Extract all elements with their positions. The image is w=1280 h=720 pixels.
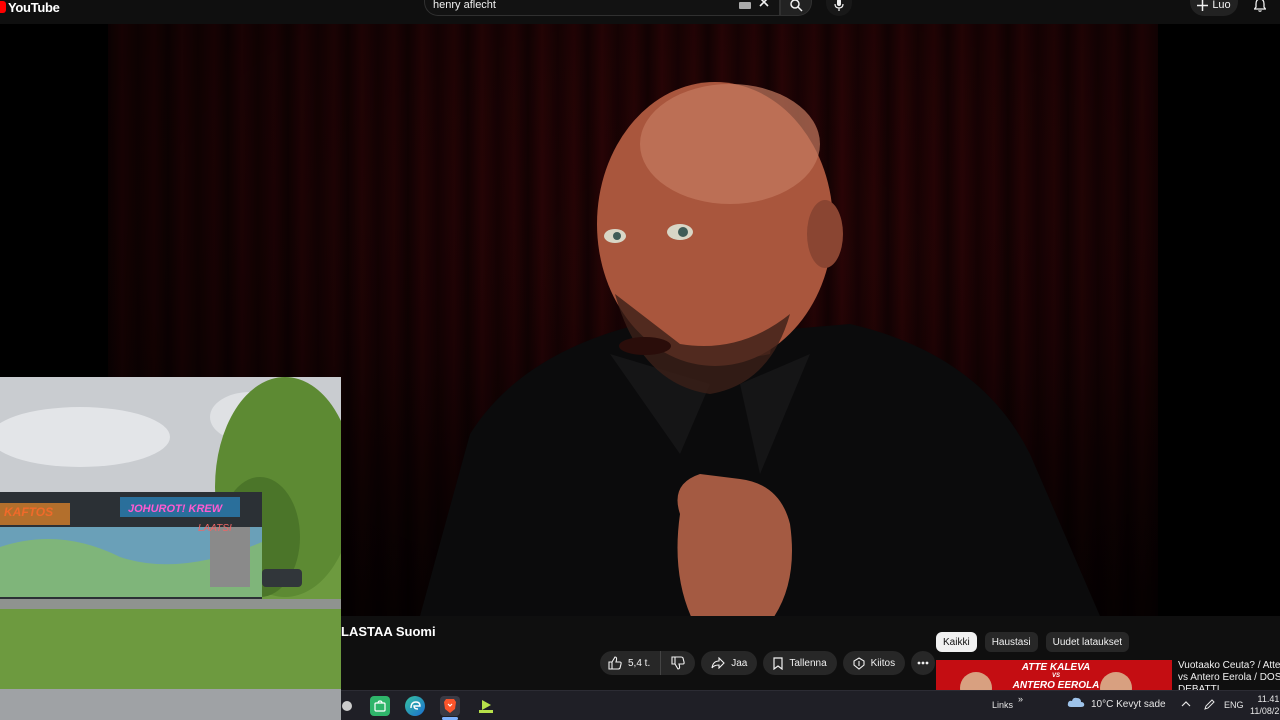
cloud-rain-icon <box>1067 697 1085 707</box>
clock-time: 11.41 <box>1257 694 1280 704</box>
share-label: Jaa <box>731 657 748 669</box>
save-label: Tallenna <box>789 657 827 669</box>
recommendation-filter-chips: Kaikki Haustasi Uudet lataukset <box>936 632 1130 652</box>
keyboard-icon[interactable] <box>739 2 751 9</box>
links-toolbar[interactable]: Links <box>992 700 1013 710</box>
create-button[interactable]: Luo <box>1190 0 1238 16</box>
input-language[interactable]: ENG <box>1224 700 1244 710</box>
media-player-icon <box>479 700 493 713</box>
pen-icon[interactable] <box>1203 699 1215 711</box>
create-label: Luo <box>1212 0 1231 11</box>
chip-search[interactable]: Haustasi <box>984 632 1038 652</box>
thumb-text-line1: ATTE KALEVA <box>1021 662 1091 673</box>
video-frame-speaker <box>420 82 1100 616</box>
store-icon <box>374 700 386 712</box>
close-icon[interactable] <box>757 0 771 9</box>
thumb-text-line2: VS <box>1051 673 1060 679</box>
recommended-video-thumbnail[interactable]: ATTE KALEVA VS ANTERO EEROLA <box>936 660 1172 692</box>
thanks-icon <box>853 656 865 670</box>
plus-icon <box>1197 0 1209 11</box>
dislike-button[interactable] <box>661 651 695 675</box>
system-clock[interactable]: 11.41 11/08/2 <box>1250 693 1279 717</box>
taskbar-app-brave[interactable] <box>440 696 460 716</box>
share-button[interactable]: Jaa <box>701 651 758 675</box>
graffiti-text-3: LAATSI <box>198 523 232 534</box>
bookmark-icon <box>773 656 783 670</box>
picture-in-picture-overlay: KAFTOS JOHUROT! KREW LAATSI <box>0 377 341 720</box>
save-button[interactable]: Tallenna <box>763 651 837 675</box>
thumbs-up-icon <box>608 656 622 670</box>
chip-all[interactable]: Kaikki <box>936 632 977 652</box>
thanks-label: Kiitos <box>870 657 896 669</box>
weather-text: 10°C Kevyt sade <box>1091 698 1166 710</box>
search-box <box>424 0 780 16</box>
links-overflow-chevron[interactable]: » <box>1018 694 1023 704</box>
chip-new-uploads[interactable]: Uudet lataukset <box>1045 632 1130 652</box>
chevron-up-icon[interactable] <box>1181 700 1191 708</box>
notifications-button[interactable] <box>1250 0 1270 14</box>
thumbs-down-icon <box>671 656 685 670</box>
app-name: YouTube <box>8 0 60 15</box>
more-actions-button[interactable] <box>911 651 936 675</box>
windows-taskbar: Links » 10°C Kevyt sade ENG 11.41 11/08/… <box>341 690 1280 720</box>
taskbar-app-media[interactable] <box>476 696 496 716</box>
rec-title-line2: vs Antero Eerola / DOSE <box>1178 672 1280 683</box>
like-count: 5,4 t. <box>628 657 651 669</box>
youtube-logo[interactable]: YouTube <box>0 0 60 16</box>
like-button[interactable]: 5,4 t. <box>600 651 662 675</box>
graffiti-text-2: JOHUROT! KREW <box>128 503 223 515</box>
taskbar-app-partial[interactable] <box>337 696 357 716</box>
pip-scene-image <box>0 377 341 720</box>
app-icon <box>342 701 352 711</box>
taskbar-app-edge[interactable] <box>405 696 425 716</box>
clock-date: 11/08/2 <box>1250 706 1280 716</box>
search-button[interactable] <box>780 0 812 16</box>
rec-title-line1: Vuotaako Ceuta? / Atte K <box>1178 660 1280 671</box>
bell-icon <box>1254 0 1266 12</box>
share-icon <box>711 657 726 669</box>
youtube-logo-icon <box>0 1 6 13</box>
edge-browser-icon <box>410 701 421 710</box>
microphone-icon <box>834 0 844 11</box>
video-actions: 5,4 t. Jaa Tallenna Kiitos <box>600 650 936 676</box>
taskbar-app-store[interactable] <box>370 696 390 716</box>
video-title[interactable]: LASTAA Suomi <box>341 624 436 639</box>
like-dislike-group: 5,4 t. <box>600 651 696 675</box>
search-icon <box>790 0 803 12</box>
more-horizontal-icon <box>917 661 929 665</box>
search-input[interactable] <box>433 0 723 12</box>
brave-browser-icon <box>444 699 456 713</box>
weather-widget[interactable]: 10°C Kevyt sade <box>1067 697 1166 711</box>
top-bar: YouTube Luo <box>0 0 1280 22</box>
voice-search-button[interactable] <box>826 0 852 16</box>
thanks-button[interactable]: Kiitos <box>842 651 906 675</box>
graffiti-text-1: KAFTOS <box>4 505 54 519</box>
